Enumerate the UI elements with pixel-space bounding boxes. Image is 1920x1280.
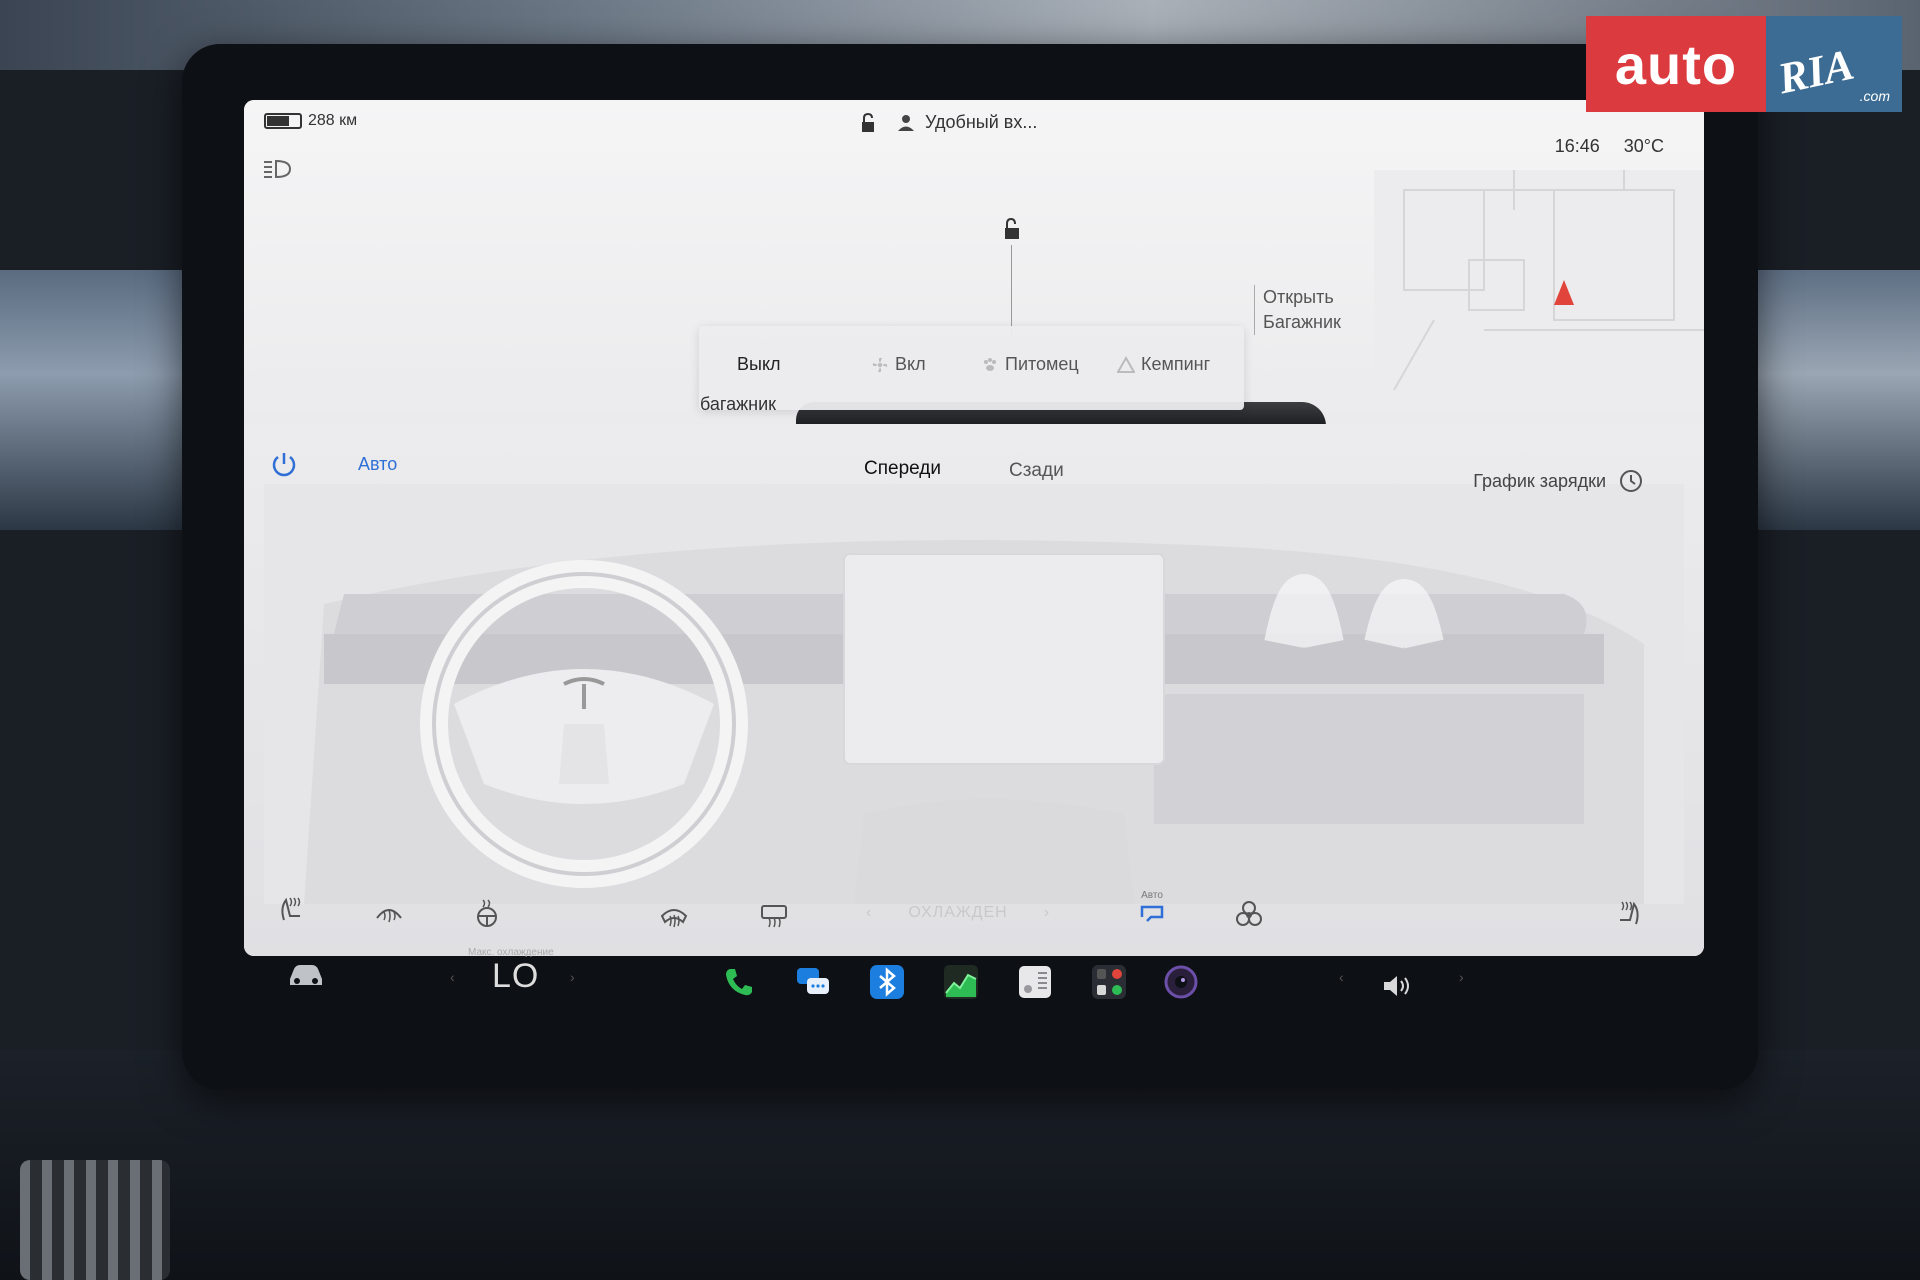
climate-auto-button[interactable]: Авто — [358, 454, 397, 475]
wiper-defrost-icon[interactable] — [374, 898, 404, 928]
toybox-icon[interactable] — [1090, 963, 1128, 1001]
bluetooth-icon[interactable] — [868, 963, 906, 1001]
open-trunk-label-2: Багажник — [1263, 312, 1341, 332]
logo-ria: RIA .com — [1766, 16, 1902, 112]
cooling-mode-selector[interactable]: ‹ ОХЛАЖДЕН › — [866, 904, 1050, 922]
bottom-bar: Макс. охлаждение ‹ LO › ‹ › — [244, 945, 1704, 1035]
user-icon — [898, 114, 914, 131]
temperature-value[interactable]: LO — [492, 957, 539, 996]
camp-option-dog[interactable]: Питомец — [981, 354, 1079, 375]
camera-icon[interactable] — [1162, 963, 1200, 1001]
tab-rear[interactable]: Сзади — [1009, 460, 1064, 482]
map-area[interactable]: 288 км Удобный вх... 16:46 30°C Открыть … — [244, 100, 1704, 426]
front-defrost-icon[interactable] — [659, 900, 689, 930]
background-dash-right — [1750, 270, 1920, 530]
logo-auto-text: auto — [1586, 16, 1766, 112]
trunk-label-fragment: багажник — [700, 394, 776, 414]
camp-mode-selector: Выкл Вкл Питомец Кемпинг — [699, 326, 1244, 410]
tent-icon — [1117, 355, 1135, 373]
fan-icon — [872, 357, 888, 372]
car-lock-icon[interactable] — [1000, 218, 1022, 240]
recirculation-button[interactable]: Авто — [1137, 890, 1167, 932]
volume-icon[interactable] — [1381, 973, 1415, 999]
range-text: 288 км — [308, 112, 358, 129]
logo-com-text: .com — [1859, 88, 1890, 104]
cabin-illustration — [264, 484, 1684, 904]
energy-icon[interactable] — [942, 963, 980, 1001]
power-icon[interactable] — [270, 450, 298, 478]
camp-option-on[interactable]: Вкл — [871, 354, 926, 375]
open-trunk-button[interactable]: Открыть Багажник — [1254, 285, 1341, 335]
recirculation-icon — [1140, 905, 1164, 922]
outside-temperature: 30°C — [1623, 136, 1664, 156]
cooling-mode-label: ОХЛАЖДЕН — [908, 904, 1008, 921]
callout-line — [1011, 245, 1012, 335]
volume-down-icon[interactable]: ‹ — [1339, 969, 1344, 985]
open-trunk-label-1: Открыть — [1263, 287, 1334, 307]
charge-schedule-button[interactable]: График зарядки — [1473, 468, 1644, 494]
temp-down-icon[interactable]: ‹ — [450, 969, 455, 985]
map-tile[interactable] — [1374, 170, 1704, 400]
seat-heater-left-icon[interactable] — [276, 894, 306, 924]
profile-name: Удобный вх... — [925, 112, 1038, 132]
rear-defrost-icon[interactable] — [759, 900, 789, 930]
status-right: 16:46 30°C — [1555, 136, 1664, 157]
touchscreen: 288 км Удобный вх... 16:46 30°C Открыть … — [244, 100, 1704, 956]
driver-profile[interactable]: Удобный вх... — [897, 112, 1037, 133]
seat-heater-right-icon[interactable] — [1614, 898, 1644, 928]
background-dash-left — [0, 270, 190, 530]
tab-front[interactable]: Спереди — [864, 458, 941, 480]
autoria-watermark: auto RIA .com — [1586, 16, 1902, 114]
temp-up-icon[interactable]: › — [570, 969, 575, 985]
paw-icon — [984, 357, 996, 371]
chevron-right-icon[interactable]: › — [1044, 904, 1050, 922]
messages-icon[interactable] — [794, 963, 832, 1001]
recirc-auto-label: Авто — [1141, 890, 1163, 901]
pedal — [20, 1160, 170, 1280]
phone-icon[interactable] — [720, 963, 758, 1001]
bioweapon-mode-icon[interactable] — [1234, 900, 1264, 930]
steering-heater-icon[interactable] — [472, 898, 502, 928]
clock-icon — [1620, 470, 1642, 492]
battery-icon — [264, 113, 302, 129]
logo-ria-text: RIA — [1773, 39, 1859, 104]
camp-option-camp[interactable]: Кемпинг — [1117, 354, 1210, 375]
calendar-icon[interactable] — [1016, 963, 1054, 1001]
charge-schedule-label: График зарядки — [1473, 470, 1606, 491]
camp-option-off[interactable]: Выкл — [737, 354, 781, 375]
chevron-left-icon[interactable]: ‹ — [866, 904, 872, 922]
lock-open-icon[interactable] — [859, 112, 877, 133]
clock: 16:46 — [1554, 136, 1600, 156]
headlight-icon[interactable] — [262, 158, 292, 180]
car-controls-icon[interactable] — [286, 961, 326, 989]
climate-panel: Авто Спереди Сзади График зарядки ‹ ОХЛА… — [244, 424, 1704, 956]
volume-up-icon[interactable]: › — [1459, 969, 1464, 985]
status-battery[interactable]: 288 км — [264, 112, 357, 130]
status-center: Удобный вх... — [859, 112, 1037, 133]
